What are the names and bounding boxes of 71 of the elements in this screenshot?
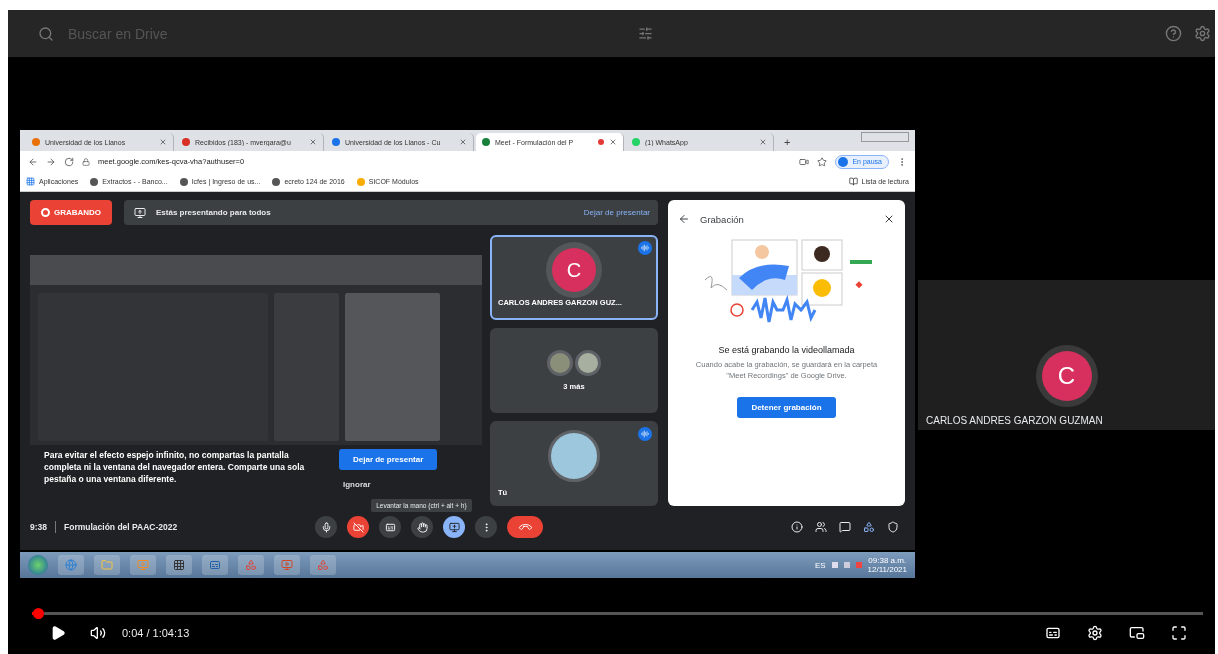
people-icon[interactable] xyxy=(815,521,827,533)
microphone-icon xyxy=(320,521,332,533)
start-orb-icon[interactable] xyxy=(28,555,48,575)
call-control-button[interactable] xyxy=(347,516,370,538)
call-control-button[interactable] xyxy=(507,516,544,538)
filter-icon[interactable] xyxy=(638,26,653,41)
stop-presenting-button[interactable]: Dejar de presentar xyxy=(339,449,438,470)
present-screen-icon xyxy=(448,521,460,533)
photo-placeholder xyxy=(575,350,601,376)
back-icon[interactable] xyxy=(678,213,690,225)
progress-track[interactable] xyxy=(44,612,1203,615)
avatar-initial: C xyxy=(552,248,596,292)
present-screen-icon xyxy=(134,206,146,219)
meeting-time: 9:38 xyxy=(30,522,47,532)
app-icon[interactable] xyxy=(166,555,192,575)
favicon-icon xyxy=(332,138,340,146)
panel-title: Grabación xyxy=(700,213,745,225)
panel-heading: Se está grabando la videollamada xyxy=(718,345,855,355)
captions-icon xyxy=(384,521,396,533)
meeting-title: Formulación del PAAC-2022 xyxy=(64,522,178,532)
volume-icon[interactable] xyxy=(90,625,106,641)
camera-icon[interactable] xyxy=(799,156,810,167)
clock-date[interactable]: 12/11/2021 xyxy=(867,565,907,574)
fullscreen-icon[interactable] xyxy=(1171,625,1187,641)
search-icon[interactable] xyxy=(38,25,54,42)
call-control-button[interactable] xyxy=(315,516,338,538)
stop-recording-button[interactable]: Detener grabación xyxy=(737,397,836,418)
reload-icon[interactable] xyxy=(64,156,74,167)
favicon-icon xyxy=(32,138,40,146)
lock-icon xyxy=(82,157,90,166)
activities-icon[interactable] xyxy=(863,521,875,533)
avatar-initial: C xyxy=(1041,351,1092,401)
call-control-button[interactable] xyxy=(443,516,466,538)
call-control-button[interactable] xyxy=(379,516,402,538)
window-controls-icon[interactable] xyxy=(861,131,909,142)
play-icon[interactable] xyxy=(50,625,66,641)
info-icon[interactable] xyxy=(791,521,803,533)
favicon-icon xyxy=(182,138,190,146)
favicon-icon xyxy=(632,138,640,146)
book-icon xyxy=(848,177,858,186)
ignore-button[interactable]: Ignorar xyxy=(339,478,375,491)
favicon-icon xyxy=(356,177,365,186)
back-icon[interactable] xyxy=(28,156,38,167)
mirror-warning-text: Para evitar el efecto espejo infinito, no compartas la pantalla completa ni la ventana del navegador entera. Comparte una sola pestaña o una ventana diferente. xyxy=(44,449,306,485)
miniplayer-icon[interactable] xyxy=(1129,625,1145,641)
chat-icon[interactable] xyxy=(839,521,851,533)
participant-name: CARLOS ANDRES GARZON GUZMAN xyxy=(925,415,1103,426)
forward-icon[interactable] xyxy=(46,156,56,167)
camera-off-icon xyxy=(352,521,364,533)
favicon-icon xyxy=(482,138,490,146)
shield-icon[interactable] xyxy=(887,521,899,533)
stop-presenting-link[interactable]: Dejar de presentar xyxy=(583,208,650,217)
progress-handle[interactable] xyxy=(33,608,45,619)
close-icon[interactable] xyxy=(883,213,895,225)
playback-time: 0:04 / 1:04:13 xyxy=(122,627,190,639)
close-icon[interactable] xyxy=(609,138,617,146)
app-icon[interactable] xyxy=(202,555,228,575)
star-icon[interactable] xyxy=(817,156,828,167)
new-tab-button[interactable]: + xyxy=(776,133,799,151)
favicon-icon xyxy=(272,177,281,186)
photo-placeholder xyxy=(548,430,600,482)
apps-grid-icon xyxy=(26,177,35,186)
favicon-icon xyxy=(90,177,99,186)
language-indicator[interactable]: ES xyxy=(814,560,826,570)
recording-button[interactable]: GRABANDO xyxy=(30,200,112,225)
photo-placeholder xyxy=(547,350,573,376)
subtitles-icon[interactable] xyxy=(1045,625,1061,641)
presenting-text: Estás presentando para todos xyxy=(156,208,271,217)
help-icon[interactable] xyxy=(1165,25,1182,42)
favicon-icon xyxy=(179,177,188,186)
hand-icon xyxy=(416,521,428,533)
